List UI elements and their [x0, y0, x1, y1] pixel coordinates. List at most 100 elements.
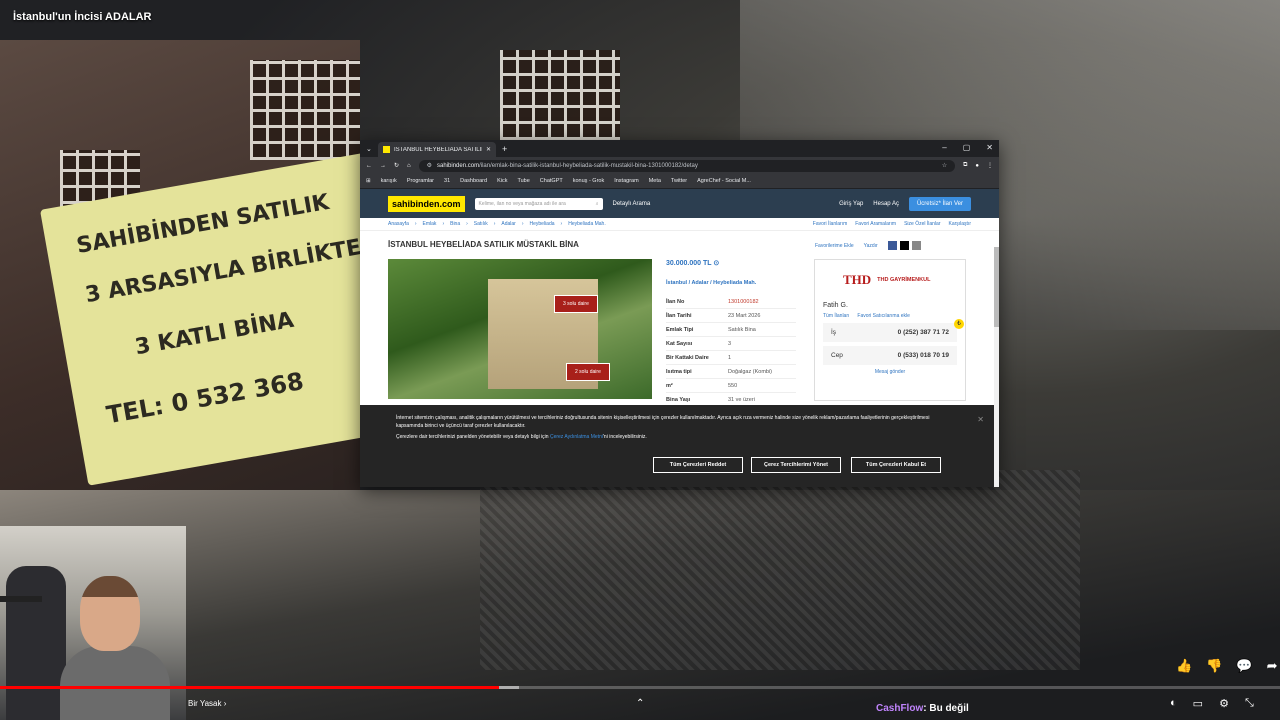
breadcrumb-item[interactable]: Bina: [450, 221, 460, 227]
settings-icon[interactable]: ⚙: [1219, 697, 1229, 710]
phone-number[interactable]: 0 (252) 387 71 72: [898, 329, 949, 336]
site-search-input[interactable]: Kelime, ilan no veya mağaza adı ile ara …: [474, 197, 603, 210]
bookmark-item[interactable]: konuş - Grok: [573, 178, 604, 184]
tab-list-icon[interactable]: ⌄: [366, 145, 372, 153]
detail-key: Isıtma tipi: [666, 368, 692, 375]
captions-icon[interactable]: ▭: [1193, 697, 1203, 710]
account-link[interactable]: Favori İlanlarım: [813, 221, 847, 227]
breadcrumb-item[interactable]: Adalar: [501, 221, 515, 227]
video-progress-bar[interactable]: [0, 686, 1280, 689]
bookmark-item[interactable]: Tube: [517, 178, 529, 184]
send-message-link[interactable]: Mesaj gönder: [815, 369, 965, 375]
dislike-icon[interactable]: 👎: [1206, 658, 1222, 674]
breadcrumb-item[interactable]: Satılık: [474, 221, 488, 227]
seller-logo[interactable]: THD: [843, 272, 871, 288]
autoplay-icon[interactable]: ◐: [1170, 697, 1177, 710]
page-scrollbar[interactable]: [994, 247, 999, 487]
detail-key: Kat Sayısı: [666, 340, 693, 347]
login-link[interactable]: Giriş Yap: [839, 201, 863, 207]
tab-listing[interactable]: İSTANBUL HEYBELİADA SATILIK ✕: [378, 142, 496, 157]
site-info-icon[interactable]: ⚙: [427, 162, 432, 169]
detailed-search-link[interactable]: Detaylı Arama: [613, 201, 651, 207]
reload-icon[interactable]: ↻: [394, 162, 399, 169]
cookie-text-2: Çerezlere dair tercihlerinizi panelden y…: [396, 434, 647, 440]
breadcrumb-item[interactable]: Heybeliada Mah.: [568, 221, 606, 227]
coin-icon[interactable]: ₺: [954, 319, 964, 329]
phone-label: İş: [831, 329, 837, 336]
search-placeholder: Kelime, ilan no veya mağaza adı ile ara: [478, 200, 566, 207]
comment-icon[interactable]: 💬: [1236, 658, 1252, 674]
breadcrumb-item[interactable]: Anasayfa: [388, 221, 409, 227]
listing-details: İlan No 1301000182 İlan Tarihi 23 Mart 2026…: [666, 295, 796, 407]
new-tab-button[interactable]: +: [502, 144, 507, 154]
cookie-policy-link[interactable]: Çerez Aydınlatma Metni: [550, 434, 603, 440]
bookmark-star-icon[interactable]: ☆: [942, 162, 947, 169]
detail-value: Satılık Bina: [728, 326, 756, 333]
close-window-icon[interactable]: ✕: [986, 143, 993, 152]
bookmark-item[interactable]: 31: [444, 178, 450, 184]
chapter-title[interactable]: Bir Yasak ›: [188, 699, 226, 708]
bookmark-item[interactable]: karışık: [381, 178, 397, 184]
phone-number[interactable]: 0 (533) 018 70 19: [898, 352, 949, 359]
account-link[interactable]: Size Özel İlanlar: [904, 221, 940, 227]
streamer-webcam: [0, 526, 186, 720]
favorite-seller-link[interactable]: Favori Satıcılarıma ekle: [857, 313, 910, 319]
bookmark-item[interactable]: Instagram: [614, 178, 638, 184]
close-icon[interactable]: ✕: [977, 415, 984, 424]
publish-listing-button[interactable]: Ücretsiz* İlan Ver: [908, 196, 971, 211]
detail-value: 3: [728, 340, 732, 347]
detail-value: Doğalgaz (Kombi): [728, 368, 773, 375]
account-link[interactable]: Karşılaştır: [948, 221, 971, 227]
detail-key: m²: [666, 382, 673, 389]
minimize-icon[interactable]: –: [942, 143, 946, 152]
bookmarks-bar: ⊞ karışık Programlar 31 Dashboard Kick Tube Cha…: [360, 174, 999, 189]
detail-row: İlan No 1301000182: [666, 295, 796, 309]
breadcrumb-item[interactable]: Heybeliada: [530, 221, 555, 227]
detail-value: 31 ve üzeri: [728, 396, 755, 403]
expand-up-icon[interactable]: ⌃: [636, 698, 644, 709]
menu-icon[interactable]: ⋮: [987, 162, 993, 169]
favorite-link[interactable]: Favorilerime Ekle: [815, 243, 854, 249]
share-icon[interactable]: ➦: [1267, 658, 1278, 674]
site-logo[interactable]: sahibinden.com: [388, 195, 465, 212]
email-icon[interactable]: [911, 241, 921, 250]
x-icon[interactable]: [899, 241, 909, 250]
seller-company[interactable]: THD GAYRİMENKUL: [877, 277, 930, 283]
url-input[interactable]: ⚙ sahibinden.com/ilan/emlak-bina-satilik…: [418, 159, 956, 172]
bookmark-item[interactable]: Meta: [649, 178, 661, 184]
fullscreen-icon[interactable]: ⤡: [1245, 697, 1254, 710]
like-icon[interactable]: 👍: [1176, 658, 1192, 674]
bookmark-item[interactable]: Kick: [497, 178, 507, 184]
listing-location[interactable]: İstanbul / Adalar / Heybeliada Mah.: [666, 280, 756, 286]
listing-photo[interactable]: 3 solu daire 2 solu daire: [388, 259, 652, 399]
signup-link[interactable]: Hesap Aç: [873, 201, 899, 207]
print-link[interactable]: Yazdır: [864, 243, 878, 249]
bookmark-item[interactable]: AgreChef - Social M...: [697, 178, 751, 184]
bookmark-item[interactable]: ChatGPT: [540, 178, 563, 184]
search-icon[interactable]: ⌕: [596, 201, 599, 207]
bookmark-item[interactable]: Twitter: [671, 178, 687, 184]
all-listings-link[interactable]: Tüm İlanları: [823, 313, 849, 319]
detail-row: Kat Sayısı 3: [666, 337, 796, 351]
bookmark-item[interactable]: Programlar: [407, 178, 434, 184]
accept-cookies-button[interactable]: Tüm Çerezleri Kabul Et: [851, 457, 941, 473]
extensions-icon[interactable]: ⧉: [963, 162, 967, 169]
cookie-banner: ✕ İnternet sitemizin çalışması, analitik…: [360, 405, 994, 487]
profile-icon[interactable]: ●: [975, 163, 979, 169]
account-link[interactable]: Favori Aramalarım: [855, 221, 896, 227]
facebook-icon[interactable]: [887, 241, 897, 250]
apps-icon[interactable]: ⊞: [366, 178, 371, 184]
forward-icon[interactable]: →: [380, 163, 386, 169]
breadcrumb-separator: ›: [493, 221, 496, 227]
bookmark-item[interactable]: Dashboard: [460, 178, 487, 184]
maximize-icon[interactable]: ▢: [963, 143, 971, 152]
reject-cookies-button[interactable]: Tüm Çerezleri Reddet: [653, 457, 743, 473]
back-icon[interactable]: ←: [366, 163, 372, 169]
photo-tag: 3 solu daire: [554, 295, 598, 313]
currency-info-icon[interactable]: ⊙: [713, 260, 719, 267]
close-tab-icon[interactable]: ✕: [486, 146, 491, 153]
video-title[interactable]: İstanbul'un İncisi ADALAR: [13, 11, 152, 23]
manage-cookies-button[interactable]: Çerez Tercihlerimi Yönet: [751, 457, 841, 473]
home-icon[interactable]: ⌂: [407, 163, 411, 169]
breadcrumb-item[interactable]: Emlak: [423, 221, 437, 227]
